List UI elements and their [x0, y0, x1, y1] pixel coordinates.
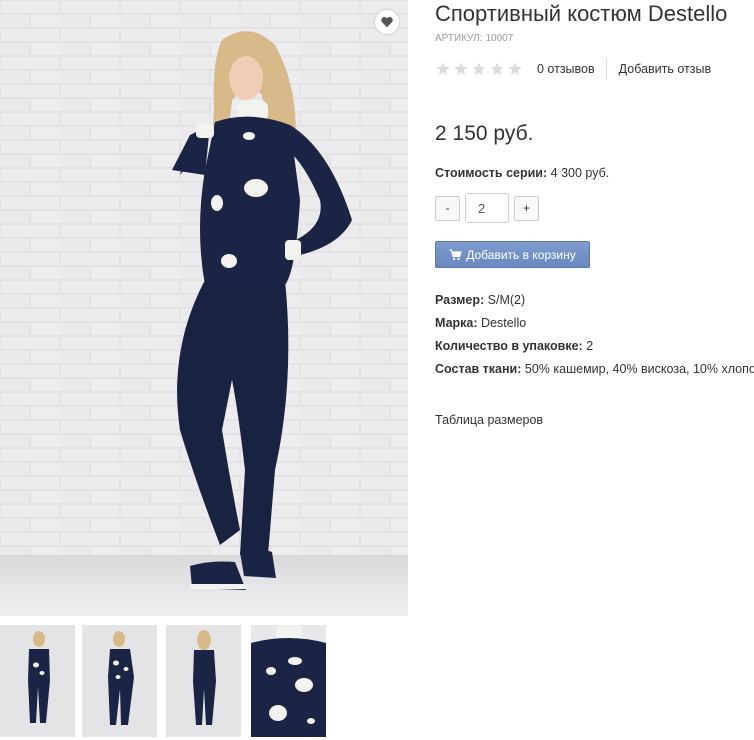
add-to-cart-button[interactable]: Добавить в корзину — [435, 241, 590, 268]
thumbnail-strip — [0, 625, 408, 737]
thumbnail-side-full[interactable] — [82, 625, 157, 737]
attribute-value: 2 — [586, 339, 594, 353]
reviews-count-link[interactable]: 0 отзывов — [537, 62, 595, 76]
rating-row: 0 отзывов Добавить отзыв — [435, 58, 754, 80]
add-review-link[interactable]: Добавить отзыв — [619, 62, 711, 76]
series-price: Стоимость серии: 4 300 руб. — [435, 166, 609, 180]
attribute-brand: Марка: Destello — [435, 316, 526, 330]
product-sku: АРТИКУЛ: 10007 — [435, 33, 513, 44]
star-icon[interactable] — [435, 61, 451, 77]
attribute-label: Марка: — [435, 316, 478, 330]
product-title: Спортивный костюм Destello — [435, 1, 728, 26]
sku-value: 10007 — [485, 33, 514, 44]
wishlist-button[interactable] — [375, 10, 399, 34]
quantity-increase-button[interactable]: + — [514, 195, 539, 221]
quantity-stepper: - + — [435, 193, 539, 223]
star-icon[interactable] — [471, 61, 487, 77]
star-icon[interactable] — [489, 61, 505, 77]
thumbnail-back-full[interactable] — [166, 625, 241, 737]
attribute-label: Количество в упаковке: — [435, 339, 583, 353]
divider — [605, 58, 607, 80]
star-icon[interactable] — [453, 61, 469, 77]
attribute-label: Размер: — [435, 293, 485, 307]
cart-icon — [449, 248, 463, 260]
attribute-fabric: Состав ткани: 50% кашемир, 40% вискоза, … — [435, 362, 754, 376]
product-price: 2 150 руб. — [435, 122, 534, 145]
series-price-value: 4 300 руб. — [550, 166, 610, 180]
thumbnail-detail-top[interactable] — [251, 625, 326, 737]
attribute-value: Destello — [481, 316, 527, 330]
attribute-value: 50% кашемир, 40% вискоза, 10% хлопок — [524, 362, 754, 376]
rating-stars[interactable] — [435, 61, 523, 77]
thumbnail-front-full[interactable] — [0, 625, 75, 737]
product-main-image[interactable] — [0, 0, 408, 616]
attribute-value: S/M(2) — [487, 293, 526, 307]
quantity-decrease-button[interactable]: - — [435, 195, 460, 221]
quantity-input[interactable] — [465, 193, 509, 223]
attribute-size: Размер: S/M(2) — [435, 293, 525, 307]
attribute-pack-quantity: Количество в упаковке: 2 — [435, 339, 593, 353]
heart-icon — [381, 17, 393, 28]
product-photo-illustration — [0, 0, 408, 616]
star-icon[interactable] — [507, 61, 523, 77]
series-price-label: Стоимость серии: — [435, 166, 548, 180]
add-to-cart-label: Добавить в корзину — [466, 247, 576, 262]
size-table-link[interactable]: Таблица размеров — [435, 413, 543, 427]
sku-label: АРТИКУЛ: — [435, 33, 483, 44]
attribute-label: Состав ткани: — [435, 362, 522, 376]
